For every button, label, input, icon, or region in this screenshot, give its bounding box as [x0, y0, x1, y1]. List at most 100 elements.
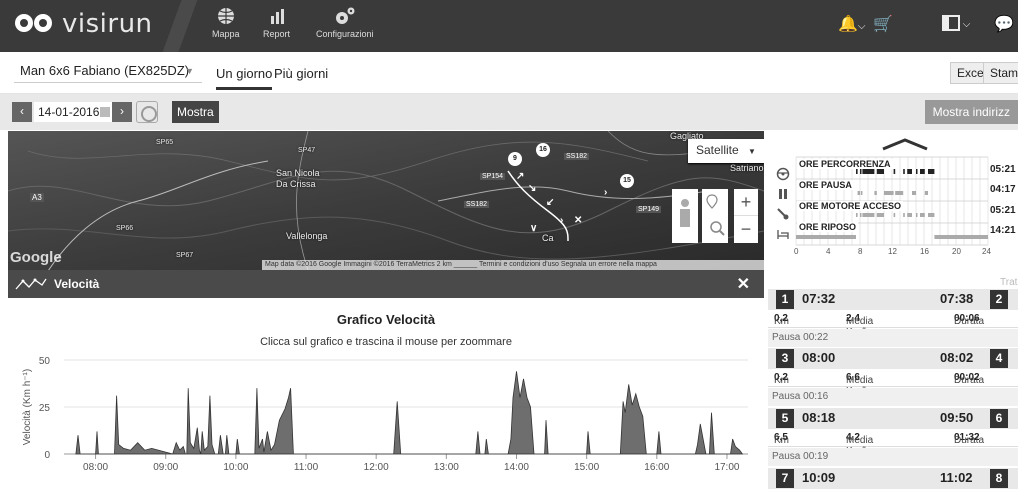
- nav-configurazioni[interactable]: Configurazioni: [316, 6, 374, 39]
- x-tick-label: 17:00: [714, 462, 739, 473]
- date-field[interactable]: 14-01-2016: [34, 102, 114, 122]
- segment-km: Km 0,2: [774, 372, 789, 386]
- brand-name: visirun: [62, 9, 153, 39]
- segment-start-time: 08:00: [802, 350, 836, 365]
- satellite-map[interactable]: SP65 SP47 San Nicola Da Crissa Vallelong…: [8, 131, 764, 270]
- engine-bar: [928, 213, 935, 217]
- segment-header-row[interactable]: 5 08:18 09:50 6: [768, 408, 1018, 429]
- route-arrow-icon: ›: [604, 187, 608, 198]
- time-range-button[interactable]: [136, 101, 158, 123]
- velocity-chart[interactable]: Grafico Velocità Clicca sul grafico e tr…: [8, 298, 764, 501]
- hours-row-value: 05:21: [990, 164, 1016, 175]
- route-stop-marker[interactable]: 16: [536, 143, 550, 157]
- chat-button[interactable]: 💬: [994, 14, 1014, 34]
- segment-header-row[interactable]: 3 08:00 08:02 4: [768, 348, 1018, 369]
- map-terrain: [8, 131, 764, 270]
- engine-bar: [916, 213, 918, 217]
- cart-icon: 🛒: [873, 16, 893, 33]
- driving-bar: [916, 169, 918, 174]
- globe-icon: [217, 8, 234, 24]
- zoom-in-button[interactable]: +: [734, 189, 758, 216]
- pause-icon: [779, 189, 787, 199]
- segment-header-row[interactable]: 1 07:32 07:38 2: [768, 289, 1018, 310]
- segment-start-time: 08:18: [802, 410, 836, 425]
- route-stop-marker[interactable]: 15: [620, 174, 634, 188]
- segment-end-number: 4: [990, 349, 1008, 368]
- bar-chart-icon: [270, 9, 284, 24]
- layout-menu[interactable]: ⌵: [942, 14, 970, 32]
- dropdown-caret-icon: ▼: [185, 66, 194, 76]
- hours-row-value: 04:17: [990, 184, 1016, 195]
- date-bar: ‹ 14-01-2016 › Mostra Mostra indirizz: [0, 94, 1018, 130]
- tab-one-day[interactable]: Un giorno: [216, 66, 273, 90]
- hours-tick: 12: [888, 247, 897, 256]
- nav-mappa[interactable]: Mappa: [212, 6, 240, 39]
- segment-info-row: Km 6,5 Media Km/h 4,2 Durata 01:32: [768, 429, 1018, 457]
- columns-icon: [942, 14, 960, 31]
- route-arrow-icon: ↘: [528, 183, 537, 194]
- velocity-area-series: [75, 371, 744, 455]
- prev-day-button[interactable]: ‹: [12, 102, 32, 122]
- x-tick-label: 12:00: [364, 462, 389, 473]
- chat-icon: 💬: [994, 16, 1014, 33]
- cart-button[interactable]: 🛒: [873, 14, 893, 34]
- next-day-button[interactable]: ›: [112, 102, 132, 122]
- x-tick-label: 13:00: [434, 462, 459, 473]
- report-toolbar: Man 6x6 Fabiano (EX825DZ) ▼ Un giorno Pi…: [0, 52, 1018, 94]
- street-view-pegman-icon[interactable]: [672, 189, 698, 243]
- hours-row-label: ORE PERCORRENZA: [797, 159, 893, 169]
- map-type-value: Satellite: [696, 143, 739, 157]
- chevron-down-icon: ⌵: [960, 19, 971, 30]
- pause-bar: [912, 191, 916, 195]
- engine-bar: [903, 213, 905, 217]
- driving-bar: [920, 169, 925, 174]
- trip-summary-panel: ORE PERCORRENZA ORE PAUSA ORE MOTORE ACC…: [768, 131, 1018, 501]
- velocity-chart-svg[interactable]: 0 25 50 Velocità (Km h⁻¹) 08:00 09:00 10:00 11:…: [8, 298, 764, 501]
- map-place-label: SP66: [116, 225, 134, 232]
- dropdown-caret-icon: ▼: [748, 147, 756, 156]
- hours-summary-chart: ORE PERCORRENZA ORE PAUSA ORE MOTORE ACC…: [768, 131, 1018, 261]
- segment-info-row: Km 0,2 Media Km/h 2,4 Durata 00:06: [768, 310, 1018, 338]
- segment-start-time: 10:09: [802, 470, 836, 485]
- engine-bar: [860, 213, 862, 217]
- map-place-label: Da Crissa: [276, 179, 316, 189]
- gears-icon: [335, 7, 355, 24]
- nav-report[interactable]: Report: [263, 6, 290, 39]
- map-tools-control[interactable]: [702, 189, 728, 243]
- hours-tick: 8: [858, 247, 863, 256]
- y-tick-label: 50: [39, 356, 51, 367]
- engine-bar: [920, 213, 925, 217]
- route-arrow-icon: ✕: [574, 215, 583, 226]
- segment-km: Km 0,2: [774, 313, 789, 327]
- map-place-label: SP47: [298, 147, 316, 154]
- segment-pause-row: Pausa 00:19: [768, 448, 1018, 466]
- hours-row-label: ORE RIPOSO: [797, 222, 859, 232]
- brand-logo[interactable]: visirun: [14, 9, 153, 39]
- map-place-label: Ca: [542, 233, 554, 243]
- y-tick-label: 0: [44, 450, 50, 461]
- map-road-label: A3: [30, 193, 44, 202]
- pause-bar: [924, 191, 928, 195]
- print-button[interactable]: Stamp: [983, 62, 1018, 84]
- x-tick-label: 08:00: [83, 462, 108, 473]
- vehicle-select[interactable]: Man 6x6 Fabiano (EX825DZ) ▼: [14, 61, 202, 83]
- show-button[interactable]: Mostra: [172, 101, 219, 123]
- segment-header-row[interactable]: 7 10:09 11:02 8: [768, 468, 1018, 489]
- date-value: 14-01-2016: [38, 105, 100, 119]
- tab-more-days[interactable]: Più giorni: [274, 66, 328, 81]
- zoom-out-button[interactable]: −: [734, 216, 758, 243]
- route-stop-marker[interactable]: 9: [508, 152, 522, 166]
- top-nav-bar: visirun Mappa Report Configurazioni 🔔⌵ 🛒…: [0, 0, 1018, 52]
- close-icon[interactable]: ✕: [737, 274, 750, 294]
- segment-start-number: 3: [776, 349, 794, 368]
- pause-bar: [895, 191, 904, 195]
- bed-icon: [777, 230, 789, 239]
- hours-tick: 24: [982, 247, 991, 256]
- engine-key-icon: [777, 208, 789, 220]
- segment-start-time: 07:32: [802, 291, 836, 306]
- notifications-menu[interactable]: 🔔⌵: [838, 14, 866, 34]
- map-type-select[interactable]: Satellite ▼: [688, 139, 764, 163]
- owl-logo-icon: [14, 10, 54, 38]
- segment-pause-row: Pausa 00:22: [768, 329, 1018, 347]
- show-addresses-button[interactable]: Mostra indirizz: [924, 100, 1018, 124]
